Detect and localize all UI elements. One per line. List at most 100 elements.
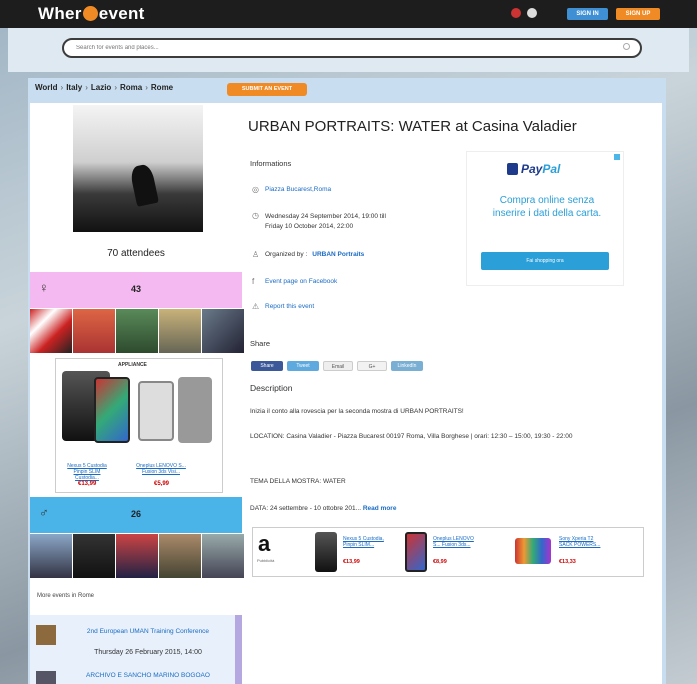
- avatar[interactable]: [159, 534, 201, 578]
- search-icon[interactable]: [623, 43, 630, 50]
- clock-icon: ◷: [252, 211, 259, 220]
- amazon-logo: a: [258, 531, 271, 556]
- date-start: Wednesday 24 September 2014, 19:00 till: [265, 213, 386, 220]
- event-link[interactable]: 2nd European UMAN Training Conference: [68, 627, 228, 636]
- person-icon: ♙: [252, 250, 260, 259]
- adchoices-icon[interactable]: [614, 154, 620, 160]
- amazon-ad-label: Pubblicità: [257, 558, 275, 563]
- breadcrumb-separator: ›: [145, 83, 148, 92]
- breadcrumb-rome[interactable]: Rome: [151, 83, 173, 92]
- logo-pin-icon: [82, 6, 98, 21]
- ad-product-price: €13,99: [343, 559, 360, 565]
- breadcrumb-separator: ›: [114, 83, 117, 92]
- female-count: 43: [130, 284, 141, 294]
- warning-icon: ⚠: [252, 302, 260, 311]
- scrollbar[interactable]: [235, 615, 242, 684]
- breadcrumb-separator: ›: [85, 83, 88, 92]
- organizer-row: ♙ Organized by : URBAN Portraits: [252, 251, 364, 259]
- avatar[interactable]: [73, 309, 115, 353]
- description-paragraph: DATA: 24 settembre - 10 ottobre 201... R…: [250, 505, 397, 512]
- phone-image: [94, 377, 130, 443]
- ad-product-link[interactable]: Nexus 5 Custodia Pinpin SLIM Custodia...: [62, 463, 112, 481]
- report-row: ⚠ Report this event: [252, 303, 314, 311]
- phone-image: [405, 532, 427, 572]
- paypal-ad[interactable]: PayPal Compra online senza inserire i da…: [466, 151, 624, 286]
- description-heading: Description: [250, 383, 293, 393]
- avatar[interactable]: [116, 534, 158, 578]
- sign-in-button[interactable]: SIGN IN: [567, 8, 608, 20]
- paypal-logo: PayPal: [507, 162, 560, 176]
- location-link[interactable]: Piazza Bucarest,Roma: [265, 186, 331, 193]
- ad-product-link[interactable]: Oneplus LENOVO S... Fusion 3ds...: [433, 536, 477, 548]
- facebook-share-button[interactable]: Share: [251, 361, 283, 371]
- breadcrumb-italy[interactable]: Italy: [66, 83, 82, 92]
- google-plus-button[interactable]: G+: [357, 361, 387, 371]
- breadcrumb-world[interactable]: World: [35, 83, 58, 92]
- user-icon[interactable]: [527, 8, 537, 18]
- event-image: [73, 105, 203, 232]
- ad-product-link[interactable]: Nexus 5 Custodia, Pinpin SLIM...: [343, 536, 387, 548]
- ad-product-link[interactable]: Oneplus LENOVO S... Fusion 3ds Visi...: [136, 463, 186, 475]
- ad-product-price: €13,33: [559, 559, 576, 565]
- breadcrumb-roma[interactable]: Roma: [120, 83, 142, 92]
- description-paragraph: TEMA DELLA MOSTRA: WATER: [250, 478, 346, 485]
- facebook-link[interactable]: Event page on Facebook: [265, 278, 337, 285]
- phone-ad-left[interactable]: APPLIANCE Nexus 5 Custodia Pinpin SLIM C…: [55, 358, 223, 493]
- avatar[interactable]: [30, 534, 72, 578]
- search-box: [62, 38, 642, 58]
- event-link[interactable]: ARCHIVO E SANCHO MARINO BOGOAO: [68, 671, 228, 680]
- language-flag-icon[interactable]: [511, 8, 521, 18]
- ad-product-price: €8,99: [433, 559, 447, 565]
- location-row: ◎ Piazza Bucarest,Roma: [252, 186, 331, 194]
- informations-heading: Informations: [250, 159, 292, 168]
- description-paragraph: LOCATION: Casina Valadier - Piazza Bucar…: [250, 433, 573, 440]
- event-date: Thursday 26 February 2015, 14:00: [94, 649, 202, 656]
- male-count: 26: [130, 509, 141, 519]
- breadcrumb-lazio[interactable]: Lazio: [91, 83, 111, 92]
- male-avatars-row: [30, 534, 244, 578]
- avatar[interactable]: [159, 309, 201, 353]
- search-input[interactable]: [76, 40, 616, 56]
- male-attendees-bar: ♂ 26: [30, 497, 242, 533]
- email-share-button[interactable]: Email: [323, 361, 353, 371]
- date-row: ◷ Wednesday 24 September 2014, 19:00 til…: [252, 212, 386, 232]
- ad-product-price: €13,99: [78, 481, 97, 487]
- female-attendees-bar: ♀ 43: [30, 272, 242, 308]
- top-icons: [511, 8, 537, 18]
- skier-figure: [129, 163, 159, 207]
- paypal-shop-button[interactable]: Fai shopping ora: [481, 252, 609, 270]
- ad-product-price: €5,99: [154, 481, 170, 487]
- ad-product-link[interactable]: Sony Xperia T2 SACK POWERS...: [559, 536, 603, 548]
- breadcrumb-separator: ›: [60, 83, 64, 92]
- ad-title: APPLIANCE: [118, 362, 147, 368]
- paypal-p-icon: [507, 163, 518, 175]
- female-avatars-row: [30, 309, 244, 353]
- share-buttons: Share Tweet Email G+ LinkedIn: [251, 361, 423, 371]
- event-thumbnail[interactable]: [36, 625, 56, 645]
- tweet-button[interactable]: Tweet: [287, 361, 319, 371]
- location-pin-icon: ◎: [252, 185, 259, 194]
- avatar[interactable]: [116, 309, 158, 353]
- description-paragraph: Inizia il conto alla rovescia per la sec…: [250, 408, 464, 415]
- logo-text-left: Wher: [38, 4, 82, 23]
- phone-image: [515, 538, 551, 564]
- amazon-ad[interactable]: a Pubblicità Nexus 5 Custodia, Pinpin SL…: [252, 527, 644, 577]
- breadcrumb: World › Italy › Lazio › Roma › Rome: [35, 83, 173, 92]
- avatar[interactable]: [30, 309, 72, 353]
- avatar[interactable]: [202, 534, 244, 578]
- facebook-row: f Event page on Facebook: [252, 278, 337, 286]
- event-thumbnail[interactable]: [36, 671, 56, 684]
- read-more-link[interactable]: Read more: [363, 505, 397, 512]
- sign-up-button[interactable]: SIGN UP: [616, 8, 660, 20]
- avatar[interactable]: [73, 534, 115, 578]
- phone-image: [178, 377, 212, 443]
- organizer-link[interactable]: URBAN Portraits: [312, 251, 364, 258]
- attendees-count: 70 attendees: [107, 248, 165, 259]
- submit-event-button[interactable]: SUBMIT AN EVENT: [227, 83, 307, 96]
- logo[interactable]: Wher event: [38, 4, 145, 24]
- report-link[interactable]: Report this event: [265, 303, 314, 310]
- avatar[interactable]: [202, 309, 244, 353]
- linkedin-share-button[interactable]: LinkedIn: [391, 361, 423, 371]
- top-bar: Wher event SIGN IN SIGN UP: [0, 0, 697, 28]
- more-events-heading: More events in Rome: [37, 593, 95, 599]
